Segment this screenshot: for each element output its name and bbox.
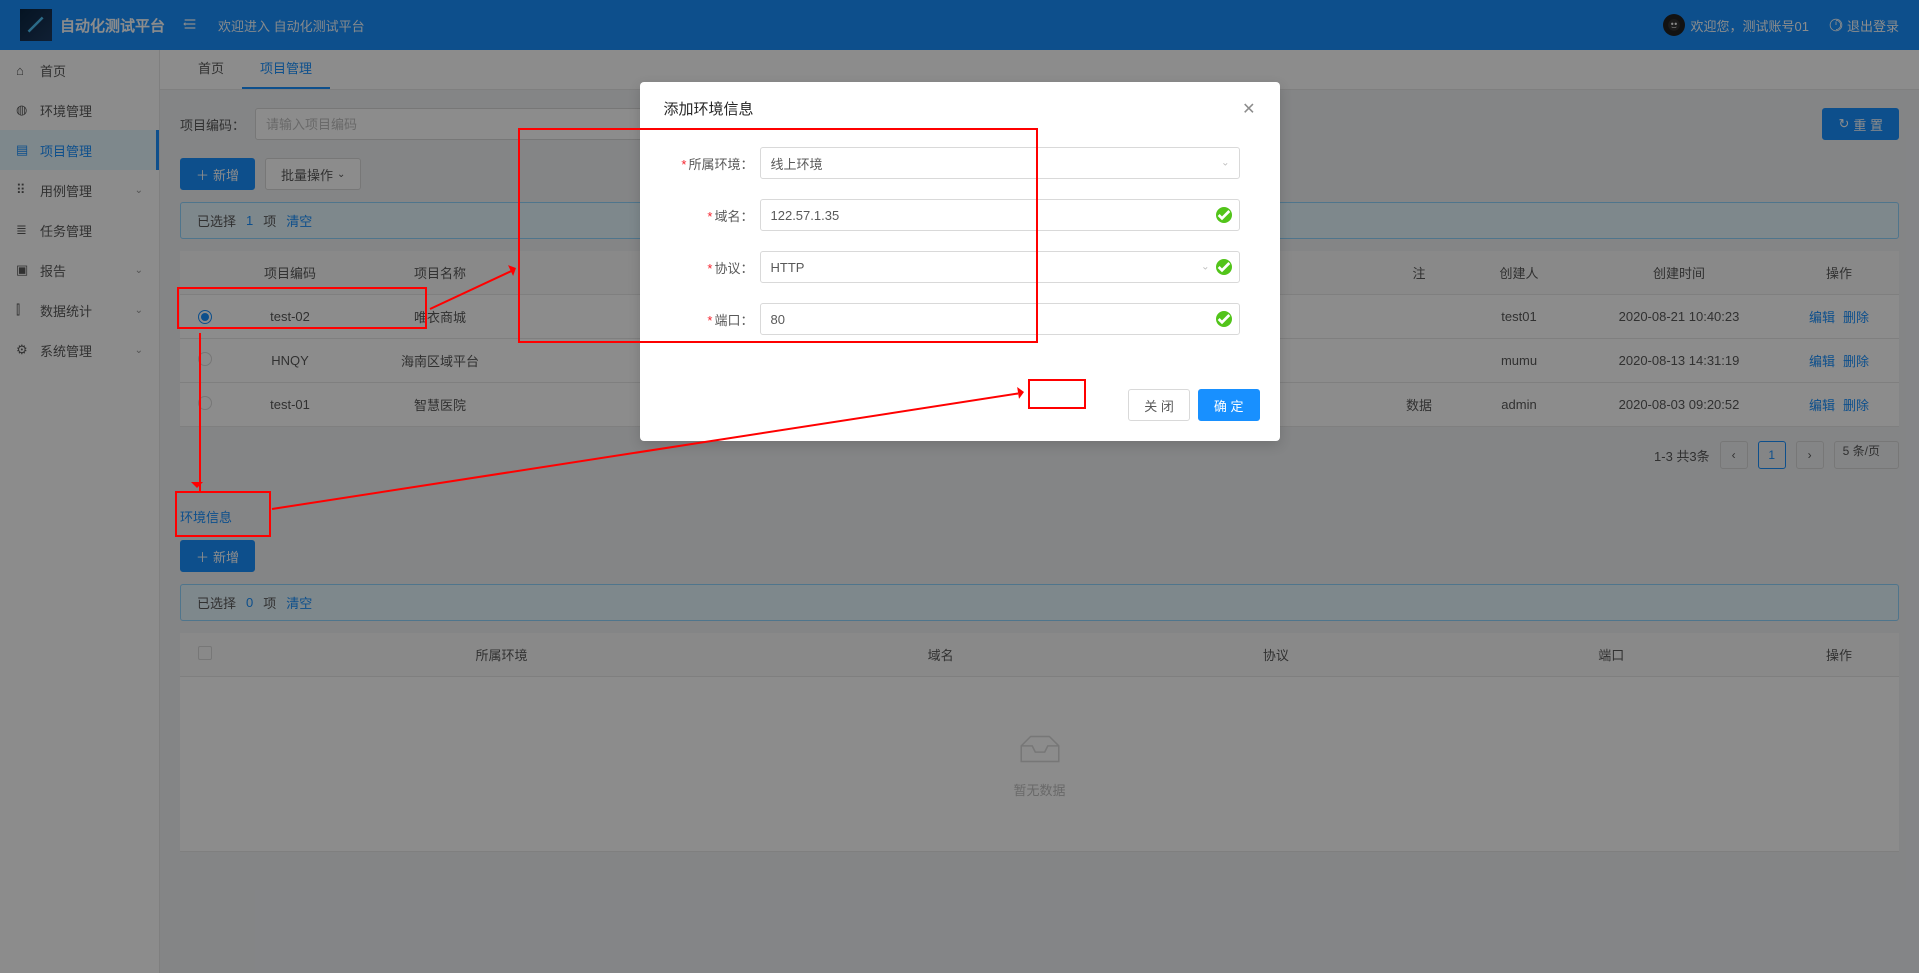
modal-header: 添加环境信息 ✕ <box>640 82 1280 135</box>
valid-icon <box>1216 207 1232 223</box>
port-label: *端口： <box>680 310 760 329</box>
valid-icon <box>1216 311 1232 327</box>
port-input[interactable] <box>760 303 1240 335</box>
modal-body: *所属环境： ⌄ *域名： *协议： ⌄ <box>640 135 1280 379</box>
modal-title: 添加环境信息 <box>664 98 754 119</box>
modal-footer: 关 闭 确 定 <box>640 379 1280 441</box>
modal-close-button[interactable]: ✕ <box>1242 99 1255 119</box>
form-row-env: *所属环境： ⌄ <box>680 147 1240 179</box>
domain-input[interactable] <box>760 199 1240 231</box>
env-label: *所属环境： <box>680 154 760 173</box>
chevron-down-icon: ⌄ <box>1221 158 1229 169</box>
modal-overlay[interactable]: 添加环境信息 ✕ *所属环境： ⌄ *域名： *协议： <box>0 0 1919 973</box>
protocol-select[interactable] <box>760 251 1240 283</box>
add-env-modal: 添加环境信息 ✕ *所属环境： ⌄ *域名： *协议： <box>640 82 1280 441</box>
form-row-port: *端口： <box>680 303 1240 335</box>
chevron-down-icon: ⌄ <box>1201 262 1209 273</box>
cancel-button[interactable]: 关 闭 <box>1128 389 1190 421</box>
form-row-domain: *域名： <box>680 199 1240 231</box>
protocol-label: *协议： <box>680 258 760 277</box>
confirm-button[interactable]: 确 定 <box>1198 389 1260 421</box>
valid-icon <box>1216 259 1232 275</box>
env-select[interactable] <box>760 147 1240 179</box>
domain-label: *域名： <box>680 206 760 225</box>
form-row-protocol: *协议： ⌄ <box>680 251 1240 283</box>
